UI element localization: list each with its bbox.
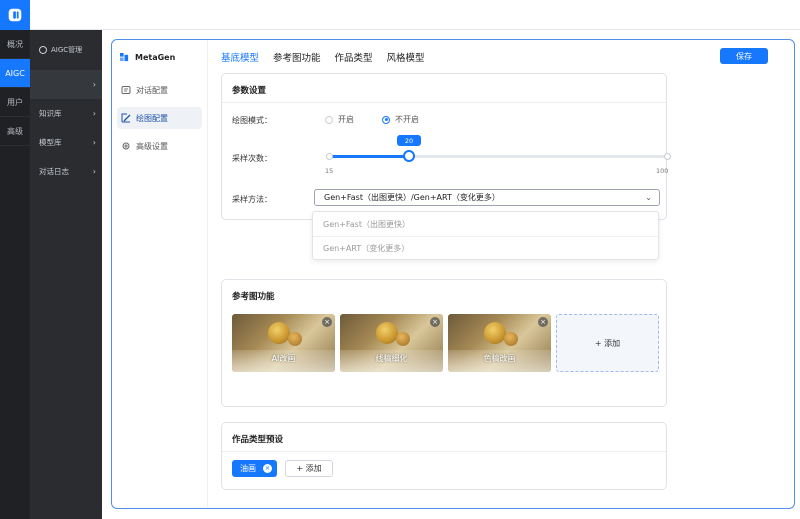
sub-item-label: 对话配置 bbox=[136, 85, 168, 95]
reference-image-card[interactable]: 色稿改画 × bbox=[448, 314, 551, 372]
method-select[interactable]: Gen+Fast（出图更快）/Gen+ART（变化更多） ⌄ bbox=[314, 189, 660, 206]
painting-fruit bbox=[268, 322, 290, 344]
sub-item-chat-config[interactable]: 对话配置 bbox=[117, 79, 202, 101]
slider-fill bbox=[329, 155, 409, 158]
chevron-right-icon: › bbox=[92, 109, 96, 118]
reference-image-card[interactable]: AI改画 × bbox=[232, 314, 335, 372]
slider-max-handle bbox=[663, 153, 671, 160]
secondary-nav: AIGC管理 › 知识库 › 模型库 › 对话日志 › bbox=[30, 30, 102, 519]
mode-label: 绘图模式： bbox=[232, 116, 272, 125]
save-button[interactable]: 保存 bbox=[720, 48, 768, 64]
slider-min-label: 15 bbox=[325, 167, 334, 175]
add-work-type-button[interactable]: + 添加 bbox=[285, 460, 333, 477]
nav-item-chat-logs[interactable]: 对话日志 › bbox=[30, 157, 102, 186]
painting-fruit bbox=[288, 332, 302, 346]
slider-value-bubble: 20 bbox=[397, 135, 421, 146]
rail-item-overview[interactable]: 概况 bbox=[0, 30, 30, 59]
params-panel: 参数设置 绘图模式： 开启 不开启 采样次数： 20 15 100 采样方法： … bbox=[221, 73, 671, 220]
primary-rail: 概况 AIGC 用户 高级 bbox=[0, 30, 30, 519]
add-reference-button[interactable]: + 添加 bbox=[556, 314, 659, 372]
mode-radio-on[interactable]: 开启 bbox=[325, 114, 354, 125]
painting-fruit bbox=[484, 322, 506, 344]
work-type-title: 作品类型预设 bbox=[232, 435, 284, 445]
top-bar bbox=[0, 0, 800, 30]
radio-icon bbox=[325, 115, 333, 124]
tag-label: 油画 bbox=[240, 464, 256, 473]
aigc-icon bbox=[39, 46, 47, 54]
painting-fruit bbox=[396, 332, 410, 346]
dropdown-option[interactable]: Gen+ART（变化更多） bbox=[313, 236, 658, 260]
close-icon[interactable]: × bbox=[263, 464, 272, 473]
app-logo[interactable] bbox=[0, 0, 30, 30]
radio-selected-icon bbox=[382, 115, 390, 124]
reference-image-caption: AI改画 bbox=[271, 354, 296, 363]
nav-header: AIGC管理 bbox=[30, 30, 102, 70]
divider bbox=[222, 451, 666, 452]
reference-title: 参考图功能 bbox=[232, 292, 275, 302]
work-type-panel: 作品类型预设 油画 × + 添加 bbox=[221, 422, 667, 490]
slider-min-handle bbox=[325, 153, 333, 160]
sub-item-draw-config[interactable]: 绘图配置 bbox=[117, 107, 202, 129]
chevron-right-icon: › bbox=[92, 167, 96, 176]
close-icon[interactable]: × bbox=[538, 317, 548, 327]
method-select-value: Gen+Fast（出图更快）/Gen+ART（变化更多） bbox=[324, 193, 500, 202]
steps-label: 采样次数： bbox=[232, 154, 272, 163]
nav-item-label: 知识库 bbox=[39, 109, 62, 118]
close-icon[interactable]: × bbox=[322, 317, 332, 327]
slider-max-label: 100 bbox=[656, 167, 669, 175]
rail-item-aigc[interactable]: AIGC bbox=[0, 59, 30, 88]
divider bbox=[222, 102, 666, 103]
brand: MetaGen bbox=[112, 40, 207, 75]
radio-label: 开启 bbox=[338, 115, 354, 124]
reference-panel: 参考图功能 AI改画 × 线稿细化 × 色稿改画 × + 添加 bbox=[221, 279, 667, 407]
brand-icon bbox=[120, 53, 129, 62]
tab-reference-image[interactable]: 参考图功能 bbox=[273, 50, 321, 64]
chevron-down-icon: ⌄ bbox=[645, 193, 652, 202]
reference-image-caption: 线稿细化 bbox=[375, 354, 408, 363]
reference-image-card[interactable]: 线稿细化 × bbox=[340, 314, 443, 372]
nav-item-models[interactable]: 模型库 › bbox=[30, 128, 102, 157]
params-title: 参数设置 bbox=[232, 86, 267, 96]
rail-item-advanced[interactable]: 高级 bbox=[0, 117, 30, 146]
radio-label: 不开启 bbox=[395, 115, 419, 124]
dropdown-option[interactable]: Gen+Fast（出图更快） bbox=[313, 212, 658, 236]
slider-handle[interactable] bbox=[403, 150, 415, 162]
tab-bar: 基底模型 参考图功能 作品类型 风格模型 bbox=[221, 50, 425, 64]
work-type-tag[interactable]: 油画 × bbox=[232, 460, 277, 477]
method-label: 采样方法： bbox=[232, 195, 272, 204]
tab-style-model[interactable]: 风格模型 bbox=[387, 50, 425, 64]
method-dropdown: Gen+Fast（出图更快） Gen+ART（变化更多） bbox=[312, 211, 659, 260]
chat-icon bbox=[121, 85, 131, 95]
mode-radio-off[interactable]: 不开启 bbox=[382, 114, 419, 125]
sub-item-label: 高级设置 bbox=[136, 141, 168, 151]
sub-item-label: 绘图配置 bbox=[136, 113, 168, 123]
brush-icon bbox=[121, 113, 131, 123]
chevron-right-icon: › bbox=[92, 138, 96, 147]
config-card: MetaGen 对话配置 绘图配置 高级设置 基底模型 参考图功能 作品类型 风… bbox=[111, 39, 795, 509]
gear-icon bbox=[121, 141, 131, 151]
rail-item-users[interactable]: 用户 bbox=[0, 88, 30, 117]
sub-item-advanced[interactable]: 高级设置 bbox=[117, 135, 202, 157]
brand-name: MetaGen bbox=[135, 53, 176, 62]
painting-fruit bbox=[504, 332, 518, 346]
steps-slider[interactable]: 20 15 100 bbox=[325, 135, 671, 192]
nav-item-label: 模型库 bbox=[39, 138, 62, 147]
tab-work-type[interactable]: 作品类型 bbox=[335, 50, 373, 64]
painting-fruit bbox=[376, 322, 398, 344]
chevron-right-icon: › bbox=[92, 80, 96, 89]
nav-item-active[interactable]: › bbox=[30, 70, 102, 99]
config-main: 基底模型 参考图功能 作品类型 风格模型 保存 参数设置 绘图模式： 开启 不开… bbox=[208, 40, 794, 507]
nav-item-label: 对话日志 bbox=[39, 167, 69, 176]
tab-base-model[interactable]: 基底模型 bbox=[221, 50, 259, 64]
reference-image-caption: 色稿改画 bbox=[483, 354, 516, 363]
nav-header-label: AIGC管理 bbox=[51, 46, 83, 54]
logo-icon bbox=[8, 8, 22, 22]
config-sidebar: MetaGen 对话配置 绘图配置 高级设置 bbox=[112, 40, 208, 507]
close-icon[interactable]: × bbox=[430, 317, 440, 327]
nav-item-knowledge[interactable]: 知识库 › bbox=[30, 99, 102, 128]
